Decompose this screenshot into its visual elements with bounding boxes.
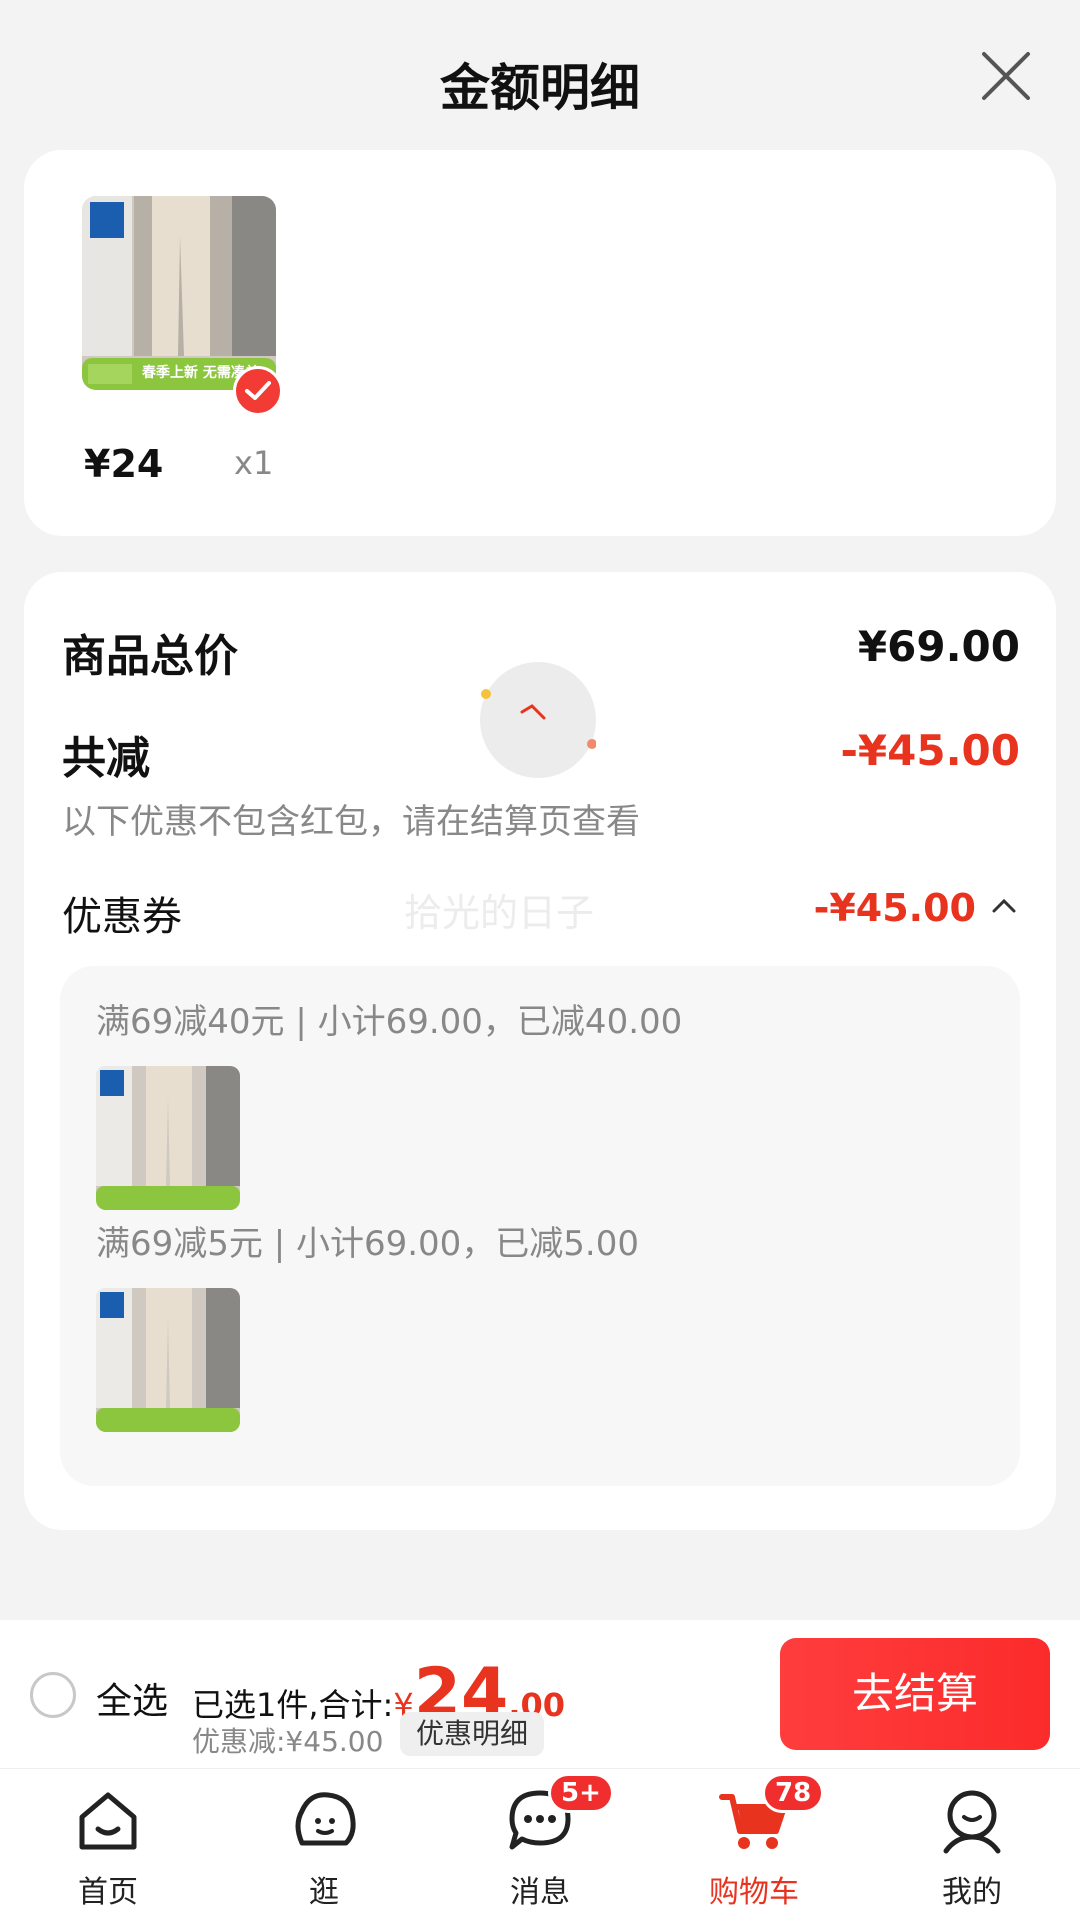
tab-label: 消息 bbox=[510, 1875, 570, 1910]
tab-label: 首页 bbox=[78, 1875, 138, 1910]
select-all-label[interactable]: 全选 bbox=[96, 1672, 168, 1724]
discount-detail-button[interactable]: 优惠明细 bbox=[400, 1712, 545, 1756]
reduce-value: -¥45.00 bbox=[840, 726, 1020, 775]
coupon-product-thumbnail bbox=[96, 1288, 240, 1432]
coupon-label: 优惠券 bbox=[62, 894, 182, 940]
total-value: ¥69.00 bbox=[857, 622, 1020, 671]
product-quantity: x1 bbox=[234, 444, 274, 482]
coupon-detail-line: 满69减40元 | 小计69.00，已减40.00 bbox=[96, 1002, 683, 1042]
cart-icon: 78 bbox=[718, 1773, 825, 1857]
tab-label: 逛 bbox=[309, 1875, 339, 1910]
coupon-detail-box: 满69减40元 | 小计69.00，已减40.00 满69减5元 | 小计69.… bbox=[60, 966, 1020, 1486]
product-card: 春季上新 无需凑单 ¥24 x1 bbox=[24, 150, 1056, 536]
discount-notice: 以下优惠不包含红包，请在结算页查看 bbox=[62, 802, 640, 842]
tab-messages[interactable]: 5+ 消息 bbox=[480, 1773, 614, 1911]
tab-stroll[interactable]: 逛 bbox=[264, 1785, 384, 1911]
tab-label: 我的 bbox=[942, 1875, 1002, 1910]
tab-profile[interactable]: 我的 bbox=[912, 1785, 1032, 1911]
reduce-label: 共减 bbox=[62, 733, 150, 784]
close-icon[interactable] bbox=[978, 48, 1034, 104]
selected-count: 已选1件,合计: bbox=[192, 1686, 394, 1724]
stroll-icon bbox=[288, 1785, 360, 1857]
product-price: ¥24 bbox=[84, 442, 164, 486]
loading-spinner bbox=[480, 662, 597, 778]
checkout-button[interactable]: 去结算 bbox=[780, 1638, 1050, 1750]
select-all-radio[interactable] bbox=[30, 1672, 76, 1718]
message-icon: 5+ bbox=[504, 1773, 614, 1857]
tab-label: 购物车 bbox=[709, 1875, 799, 1910]
coupon-product-thumbnail bbox=[96, 1066, 240, 1210]
bottom-tab-bar: 首页 逛 5+ 消息 78 购物车 我的 bbox=[0, 1768, 1080, 1921]
product-thumbnail[interactable] bbox=[82, 196, 276, 390]
cart-badge: 78 bbox=[762, 1773, 825, 1813]
total-label: 商品总价 bbox=[62, 631, 238, 682]
discount-amount: 优惠减:¥45.00 bbox=[192, 1725, 384, 1758]
watermark-text: 拾光的日子 bbox=[404, 891, 595, 935]
coupon-value[interactable]: -¥45.00 bbox=[814, 886, 976, 930]
chevron-up-icon[interactable] bbox=[990, 896, 1018, 916]
tab-cart[interactable]: 78 购物车 bbox=[694, 1773, 825, 1911]
message-badge: 5+ bbox=[548, 1773, 614, 1813]
checkout-bar: 全选 已选1件,合计:¥24.00 优惠减:¥45.00 优惠明细 去结算 bbox=[0, 1620, 1080, 1768]
checked-icon[interactable] bbox=[233, 366, 283, 416]
coupon-detail-line: 满69减5元 | 小计69.00，已减5.00 bbox=[96, 1224, 640, 1264]
tab-home[interactable]: 首页 bbox=[48, 1785, 168, 1911]
profile-icon bbox=[936, 1785, 1008, 1857]
page-title: 金额明细 bbox=[440, 59, 640, 117]
home-icon bbox=[72, 1785, 144, 1857]
